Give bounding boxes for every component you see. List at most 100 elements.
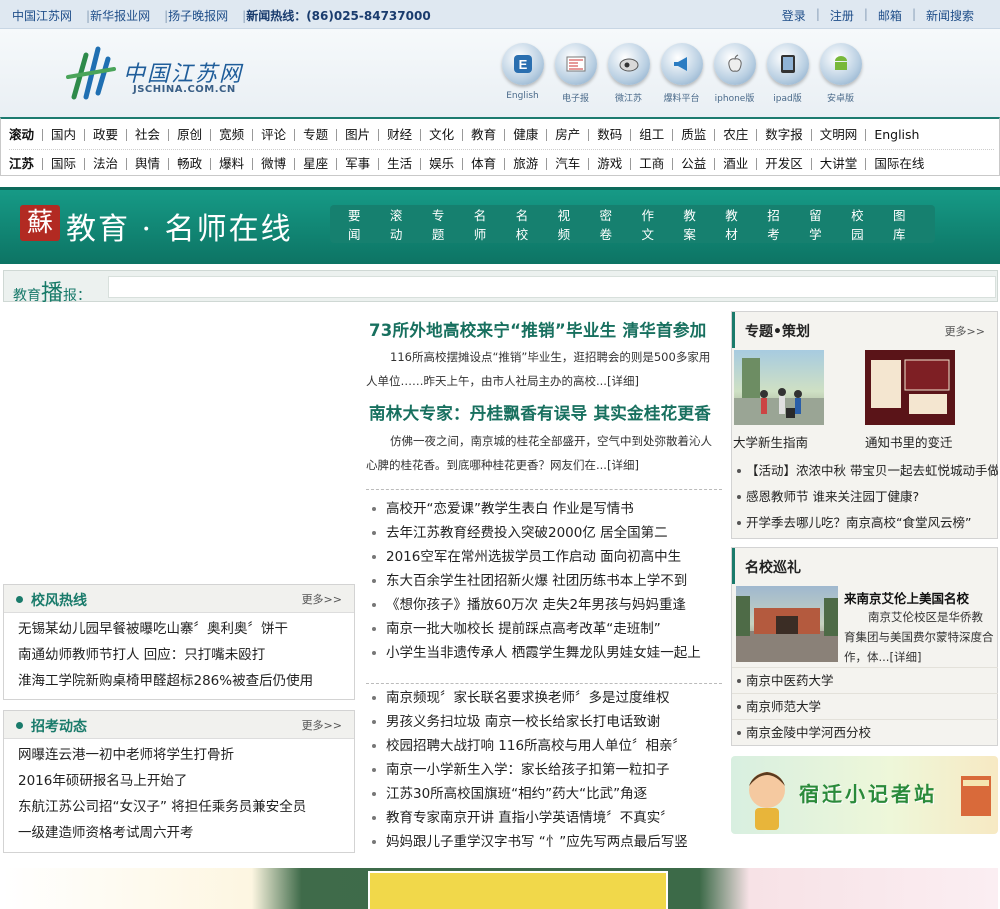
nav-item[interactable]: 原创 [168, 128, 210, 141]
news-item[interactable]: 2016空军在常州选拔学员工作启动 面向初高中生 [368, 545, 728, 569]
list-item[interactable]: 南通幼师教师节打人 回应：只打嘴未殴打 [18, 642, 354, 668]
news-item[interactable]: 去年江苏教育经费投入突破2000亿 居全国第二 [368, 521, 728, 545]
admission-letter-photo[interactable] [865, 350, 955, 425]
nav-item[interactable]: 国内 [42, 128, 84, 141]
logo-icon[interactable] [66, 45, 118, 101]
headline-title[interactable]: 73所外地高校来宁“推销”毕业生 清华首参加 [369, 317, 707, 341]
app-iphone[interactable]: iphone版 [708, 43, 761, 104]
nav-item[interactable]: 图片 [336, 128, 378, 141]
channel-menu-item[interactable]: 作文 [641, 205, 666, 243]
nav-item[interactable]: 大讲堂 [810, 157, 866, 170]
nav-item[interactable]: 国际 [42, 157, 84, 170]
nav-item[interactable]: 星座 [294, 157, 336, 170]
channel-menu-item[interactable]: 滚动 [390, 205, 415, 243]
nav-item[interactable]: 军事 [336, 157, 378, 170]
more-link[interactable]: 更多>> [302, 717, 342, 733]
channel-menu-item[interactable]: 专题 [432, 205, 457, 243]
app-weijiangsu[interactable]: 微江苏 [602, 43, 655, 104]
news-search-link[interactable]: 新闻搜索 [926, 7, 974, 24]
nav-item[interactable]: 娱乐 [420, 157, 462, 170]
nav-item[interactable]: 国际在线 [865, 157, 932, 170]
channel-menu-item[interactable]: 教材 [725, 205, 750, 243]
news-item[interactable]: 小学生当非遗传承人 栖霞学生舞龙队男娃女娃一起上 [368, 641, 728, 665]
nav-item[interactable]: 旅游 [504, 157, 546, 170]
channel-menu-item[interactable]: 留学 [809, 205, 834, 243]
nav-item[interactable]: 评论 [252, 128, 294, 141]
nav-item[interactable]: 汽车 [546, 157, 588, 170]
headline-title[interactable]: 南林大专家：丹桂飘香有误导 其实金桂花更香 [369, 400, 711, 424]
nav-item[interactable]: 公益 [672, 157, 714, 170]
more-link[interactable]: 更多>> [302, 591, 342, 607]
nav-item[interactable]: 爆料 [210, 157, 252, 170]
list-item[interactable]: 一级建造师资格考试周六开考 [18, 820, 354, 846]
nav-item[interactable]: 开发区 [756, 157, 811, 170]
news-item[interactable]: 南京一批大咖校长 提前踩点高考改革“走班制” [368, 617, 728, 641]
news-item[interactable]: 校园招聘大战打响 116所高校与用人单位〞相亲〞 [368, 734, 728, 758]
nav-item[interactable]: 酒业 [714, 157, 756, 170]
list-item[interactable]: 感恩教师节 谁来关注园丁健康? [732, 484, 998, 510]
list-item[interactable]: 无锡某幼儿园早餐被曝吃山寨〞奥利奥〞饼干 [18, 616, 354, 642]
nav-item[interactable]: 数字报 [756, 128, 811, 141]
list-item[interactable]: 【活动】浓浓中秋 带宝贝一起去虹悦城动手做 [732, 458, 998, 484]
freshman-guide-photo[interactable] [734, 350, 824, 425]
nav-item[interactable]: 财经 [378, 128, 420, 141]
nav-item[interactable]: 舆情 [126, 157, 168, 170]
list-item[interactable]: 南京金陵中学河西分校 [732, 719, 998, 745]
news-item[interactable]: 妈妈跟儿子重学汉字书写 “忄”应先写两点最后写竖 [368, 830, 728, 854]
more-link[interactable]: 更多>> [945, 323, 985, 339]
news-item[interactable]: 男孩义务扫垃圾 南京一校长给家长打电话致谢 [368, 710, 728, 734]
nav-item[interactable]: English [865, 128, 927, 141]
news-item[interactable]: 《想你孩子》播放60万次 走失2年男孩与妈妈重逢 [368, 593, 728, 617]
channel-menu-item[interactable]: 教案 [683, 205, 708, 243]
link-xhby[interactable]: 新华报业网 [90, 7, 150, 24]
news-item[interactable]: 教育专家南京开讲 直指小学英语情境〞不真实〞 [368, 806, 728, 830]
nav-item[interactable]: 数码 [588, 128, 630, 141]
nav-item[interactable]: 社会 [126, 128, 168, 141]
nav-item[interactable]: 游戏 [588, 157, 630, 170]
nav-item[interactable]: 宽频 [210, 128, 252, 141]
list-item[interactable]: 淮海工学院新购桌椅甲醛超标286%被查后仍使用 [18, 668, 354, 694]
nav-item[interactable]: 体育 [462, 157, 504, 170]
news-item[interactable]: 东大百余学生社团招新火爆 社团历练书本上学不到 [368, 569, 728, 593]
nav-item[interactable]: 江苏 [9, 157, 42, 170]
list-item[interactable]: 2016年硕研报名马上开始了 [18, 768, 354, 794]
app-epaper[interactable]: 电子报 [549, 43, 602, 104]
nav-item[interactable]: 房产 [546, 128, 588, 141]
nav-item[interactable]: 工商 [630, 157, 672, 170]
login-link[interactable]: 登录 [782, 7, 806, 24]
mail-link[interactable]: 邮箱 [878, 7, 902, 24]
list-item[interactable]: 南京中医药大学 [732, 667, 998, 693]
nav-item[interactable]: 政要 [84, 128, 126, 141]
nav-item[interactable]: 滚动 [9, 128, 42, 141]
box-title[interactable]: 专题•策划 [745, 321, 810, 341]
nav-item[interactable]: 组工 [630, 128, 672, 141]
channel-menu-item[interactable]: 校园 [851, 205, 876, 243]
link-yangtse[interactable]: 扬子晚报网 [168, 7, 228, 24]
box-title[interactable]: 招考动态 [31, 716, 87, 736]
box-title[interactable]: 校风热线 [31, 590, 87, 610]
app-english[interactable]: E English [496, 43, 549, 104]
nav-item[interactable]: 质监 [672, 128, 714, 141]
channel-menu-item[interactable]: 要闻 [348, 205, 373, 243]
channel-menu-item[interactable]: 招考 [767, 205, 792, 243]
news-item[interactable]: 江苏30所高校国旗班“相约”药大“比武”角逐 [368, 782, 728, 806]
news-item[interactable]: 高校开“恋爱课”教学生表白 作业是写情书 [368, 497, 728, 521]
nav-item[interactable]: 法治 [84, 157, 126, 170]
list-item[interactable]: 东航江苏公司招“女汉子” 将担任乘务员兼安全员 [18, 794, 354, 820]
channel-menu-item[interactable]: 密卷 [600, 205, 625, 243]
app-baoliao[interactable]: 爆料平台 [655, 43, 708, 104]
nav-item[interactable]: 畅政 [168, 157, 210, 170]
list-item[interactable]: 开学季去哪儿吃？南京高校“食堂风云榜” [732, 510, 998, 536]
nav-item[interactable]: 健康 [504, 128, 546, 141]
photo-caption[interactable]: 大学新生指南 [733, 432, 808, 451]
nav-item[interactable]: 文明网 [810, 128, 866, 141]
nav-item[interactable]: 教育 [462, 128, 504, 141]
list-item[interactable]: 网曝连云港一初中老师将学生打骨折 [18, 742, 354, 768]
list-item[interactable]: 南京师范大学 [732, 693, 998, 719]
reporter-station-banner[interactable]: 宿迁小记者站 [731, 756, 998, 834]
link-jschina[interactable]: 中国江苏网 [12, 7, 72, 24]
app-android[interactable]: 安卓版 [814, 43, 867, 104]
channel-menu-item[interactable]: 图库 [893, 205, 918, 243]
nav-item[interactable]: 专题 [294, 128, 336, 141]
photo-caption[interactable]: 通知书里的变迁 [865, 432, 953, 451]
